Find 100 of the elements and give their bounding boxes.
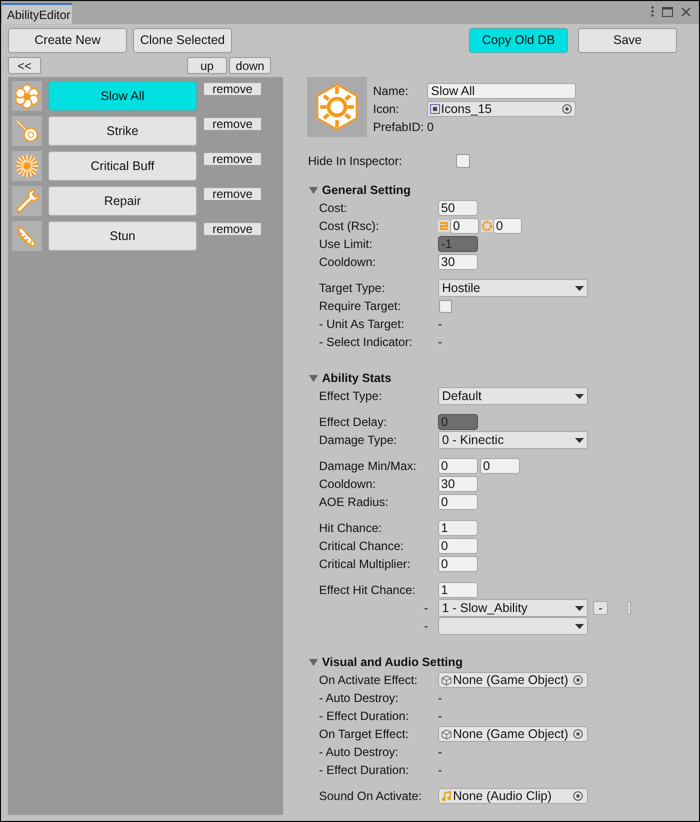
field-value: Icons_15 [441, 100, 493, 118]
field-label: Use Limit: [319, 236, 374, 253]
field-label: Cost: [319, 200, 348, 217]
target-icon[interactable] [573, 791, 583, 801]
save-button[interactable]: Save [578, 28, 677, 53]
number-field[interactable]: 0 [438, 494, 478, 510]
remove-button[interactable]: remove [203, 222, 262, 236]
section-header: General Setting [322, 182, 411, 199]
collapse-button[interactable]: << [8, 57, 41, 74]
value-text: - [438, 316, 442, 333]
number-field[interactable]: 0 [450, 218, 479, 234]
object-field[interactable]: None (Game Object) [438, 726, 588, 742]
value-text: - [438, 334, 442, 351]
ability-item-button[interactable]: Stun [48, 221, 197, 251]
field-label: AOE Radius: [319, 494, 390, 511]
field-label: - Effect Duration: [319, 762, 410, 779]
dropdown[interactable]: 1 - Slow_Ability [438, 599, 588, 617]
dropdown-caret-icon [575, 286, 584, 290]
field-value: None (Game Object) [453, 726, 570, 743]
target-icon[interactable] [562, 104, 572, 114]
field-label: Critical Chance: [319, 538, 405, 555]
field-label: Effect Hit Chance: [319, 582, 416, 599]
dropdown-value: 1 - Slow_Ability [442, 600, 528, 617]
remove-button[interactable]: - [593, 601, 608, 615]
checkbox[interactable] [439, 300, 452, 312]
ability-item-button[interactable]: Slow All [48, 81, 197, 111]
dropdown-value: 0 - Kinectic [442, 432, 505, 449]
field-value: None (Audio Clip) [453, 788, 553, 805]
music-note-icon [441, 790, 452, 802]
collapse-triangle-icon[interactable] [309, 658, 318, 666]
bullet-dash: - [424, 600, 428, 617]
icon-label: Icon: [373, 101, 400, 118]
name-field[interactable]: Slow All [427, 83, 576, 99]
ability-item-button[interactable]: Critical Buff [48, 151, 197, 181]
collapse-triangle-icon[interactable] [309, 186, 318, 194]
object-field[interactable]: None (Audio Clip) [438, 788, 588, 804]
icon-picker-field[interactable]: Icons_15 [427, 101, 576, 117]
field-label: On Activate Effect: [319, 672, 418, 689]
field-label: - Select Indicator: [319, 334, 414, 351]
section-header: Ability Stats [322, 370, 392, 387]
number-field[interactable]: 1 [438, 520, 478, 536]
object-field[interactable]: None (Game Object) [438, 672, 588, 688]
number-field[interactable]: 50 [438, 200, 478, 216]
field-label: Critical Multiplier: [319, 556, 412, 573]
move-up-button[interactable]: up [187, 57, 227, 74]
field-label: Cost (Rsc): [319, 218, 380, 235]
move-down-button[interactable]: down [229, 57, 271, 74]
cube-icon [441, 674, 452, 686]
prefab-id-text: PrefabID: 0 [373, 119, 435, 136]
field-label: Target Type: [319, 280, 386, 297]
number-field[interactable]: 30 [438, 254, 478, 270]
section-header: Visual and Audio Setting [322, 654, 463, 671]
value-text: - [438, 708, 442, 725]
field-label: - Auto Destroy: [319, 690, 400, 707]
create-new-button[interactable]: Create New [8, 28, 127, 53]
field-label: Cooldown: [319, 254, 377, 271]
number-field[interactable]: 0 [438, 538, 478, 554]
collapse-triangle-icon[interactable] [309, 374, 318, 382]
clone-selected-button[interactable]: Clone Selected [133, 28, 232, 53]
number-field[interactable]: 0 [480, 458, 520, 474]
window-tab[interactable]: AbilityEditor [2, 3, 72, 24]
dropdown-caret-icon [575, 624, 584, 628]
ability-item-button[interactable]: Strike [48, 116, 197, 146]
field-label: - Unit As Target: [319, 316, 406, 333]
remove-button[interactable]: remove [203, 82, 262, 96]
value-text: - [438, 690, 442, 707]
more-options-icon[interactable] [651, 6, 654, 17]
number-field: 0 [438, 414, 478, 430]
remove-button[interactable]: remove [203, 152, 262, 166]
dropdown[interactable]: Hostile [438, 279, 588, 297]
field-label: - Effect Duration: [319, 708, 410, 725]
ability-item-button[interactable]: Repair [48, 186, 197, 216]
dropdown[interactable]: 0 - Kinectic [438, 431, 588, 449]
target-icon[interactable] [573, 675, 583, 685]
remove-button[interactable]: remove [203, 187, 262, 201]
dropdown[interactable]: Default [438, 387, 588, 405]
remove-button[interactable]: remove [203, 117, 262, 131]
maximize-icon[interactable] [662, 6, 673, 16]
name-label: Name: [373, 83, 410, 100]
field-label: Damage Min/Max: [319, 458, 418, 475]
number-field[interactable]: 1 [438, 582, 478, 598]
grenade-icon [13, 117, 41, 145]
number-field[interactable]: 30 [438, 476, 478, 492]
number-field[interactable]: 0 [438, 556, 478, 572]
field-label: Damage Type: [319, 432, 398, 449]
dropdown-value: Hostile [442, 280, 482, 297]
wrench-icon [13, 187, 41, 215]
checkbox[interactable] [456, 154, 470, 168]
scroll-handle[interactable] [627, 601, 631, 615]
number-field[interactable]: 0 [438, 458, 478, 474]
gear-icon [481, 220, 493, 232]
number-field: -1 [438, 236, 478, 252]
field-label: Require Target: [319, 298, 402, 315]
field-label: Cooldown: [319, 476, 377, 493]
dropdown-value: Default [442, 388, 483, 405]
starburst-icon [13, 152, 41, 180]
target-icon[interactable] [573, 729, 583, 739]
copy-old-db-button[interactable]: Copy Old DB [469, 28, 568, 53]
number-field[interactable]: 0 [493, 218, 522, 234]
close-icon[interactable] [681, 6, 691, 16]
